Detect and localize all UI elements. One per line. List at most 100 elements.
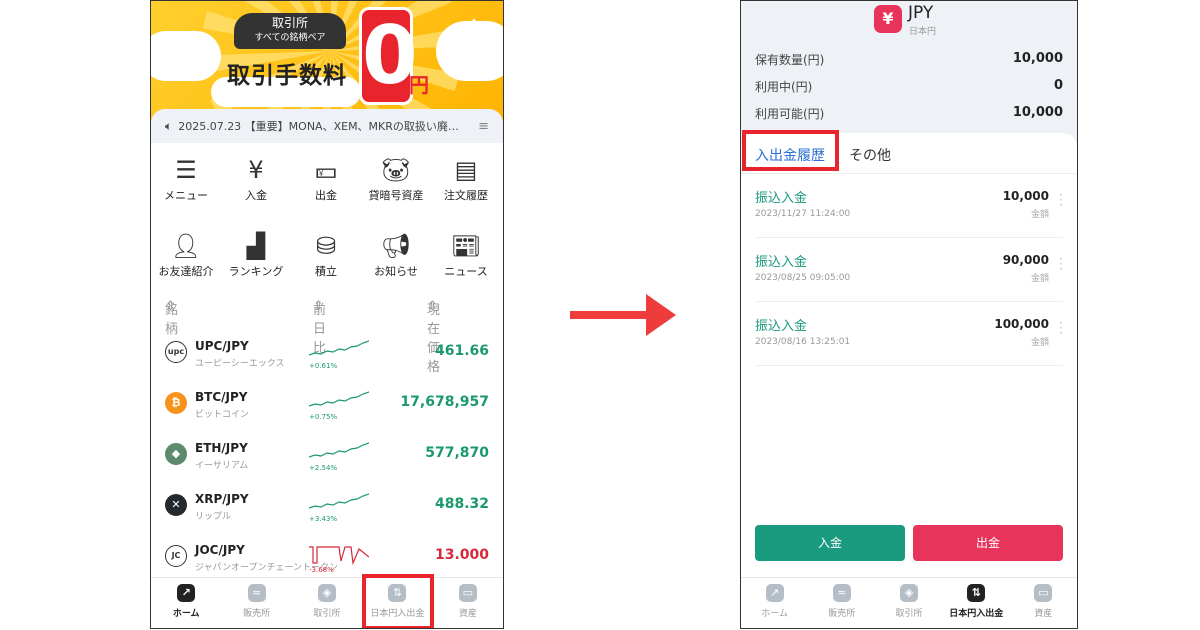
coin-icon: ₿ <box>165 392 187 414</box>
balance-label: 保有数量(円) <box>755 53 825 67</box>
coin-icon: JC <box>165 545 187 567</box>
megaphone-icon: 📢︎ <box>380 232 412 260</box>
sort-name[interactable]: 銘柄 ⇕ <box>165 299 178 337</box>
nav-item-label: ホーム <box>172 609 200 619</box>
currency-title: JPY <box>908 3 934 23</box>
balance-value: 10,000 <box>1012 51 1063 66</box>
menu-item[interactable]: ▟ ランキング <box>221 225 291 301</box>
coin-icon: upc <box>165 341 187 363</box>
menu-item[interactable]: 📢︎ お知らせ <box>361 225 431 301</box>
deposit-button[interactable]: 入金 <box>755 525 905 561</box>
home-chart-icon: ↗ <box>765 584 784 602</box>
coin-row[interactable]: JC JOC/JPY ジャパンオープンチェーントークン -3.68% 13.00… <box>151 533 503 583</box>
nav-item[interactable]: ▭ 資産 <box>1010 578 1077 628</box>
menu-item[interactable]: ▤ 注文履歴 <box>431 149 501 225</box>
history-type: 振込入金 <box>755 319 808 334</box>
menu-item[interactable]: ⛁ 積立 <box>291 225 361 301</box>
arrow-shaft <box>570 311 648 319</box>
coin-pair: UPC/JPY <box>195 339 249 353</box>
balance-panel: ¥ JPY 日本円 保有数量(円) 10,000 利用中(円) 0 利用可能(円) 10,… <box>741 1 1077 143</box>
balance-label: 利用中(円) <box>755 80 813 94</box>
balance-row: 利用可能(円) 10,000 <box>755 105 1063 122</box>
ranking-icon: ▟ <box>246 232 266 260</box>
menu-item-label: ニュース <box>444 265 488 278</box>
nav-item[interactable]: ≈ 販売所 <box>808 578 875 628</box>
coin-row[interactable]: ₿ BTC/JPY ビットコイン +0.75% 17,678,957 <box>151 380 503 430</box>
coin-name: リップル <box>195 512 232 522</box>
nav-item[interactable]: ⇅ 日本円入出金 <box>943 578 1010 628</box>
menu-list-icon: ☰ <box>175 156 197 184</box>
tab-other[interactable]: その他 <box>849 145 891 165</box>
nav-item[interactable]: ↗ ホーム <box>741 578 808 628</box>
more-vertical-icon[interactable]: · · · <box>1059 317 1063 339</box>
history-amount-label: 金額 <box>1030 338 1049 348</box>
coin-row[interactable]: ✕ XRP/JPY リップル +3.43% 488.32 <box>151 482 503 532</box>
history-row[interactable]: 振込入金 2023/08/16 13:25:01 100,000 金額 · · · <box>755 301 1063 366</box>
coins-icon: ⛁ <box>315 232 337 260</box>
exchange-icon: ≈ <box>247 584 266 602</box>
menu-item-label: 貸暗号資産 <box>368 189 424 202</box>
sparkline <box>309 442 369 458</box>
coin-price: 17,678,957 <box>400 394 489 410</box>
nav-item-label: 販売所 <box>243 609 271 619</box>
sparkline <box>309 391 369 407</box>
nav-item[interactable]: ◈ 取引所 <box>875 578 942 628</box>
nav-item[interactable]: ≈ 販売所 <box>221 578 291 628</box>
highlight-box <box>742 130 839 171</box>
sparkline <box>309 493 369 509</box>
yen-icon: ¥ <box>874 5 902 33</box>
coin-row[interactable]: ◆ ETH/JPY イーサリアム +2.54% 577,870 <box>151 431 503 481</box>
news-text: 2025.07.23 【重要】MONA、XEM、MKRの取扱い廃… <box>178 120 459 133</box>
coin-row[interactable]: upc UPC/JPY ユーピーシーエックス +0.61% 461.66 <box>151 329 503 379</box>
menu-item[interactable]: 📰︎ ニュース <box>431 225 501 301</box>
coin-price: 577,870 <box>425 445 489 461</box>
piggy-bank-icon: 🐷︎ <box>380 156 412 184</box>
arrow-right-icon <box>646 294 676 336</box>
list-icon[interactable]: ≡ <box>478 119 489 134</box>
coin-price: 461.66 <box>434 343 489 359</box>
sparkline <box>309 546 369 565</box>
coin-pair: ETH/JPY <box>195 441 248 455</box>
menu-item-label: 入金 <box>245 189 267 202</box>
nav-item[interactable]: ▭ 資産 <box>433 578 503 628</box>
more-vertical-icon[interactable]: · · · <box>1059 189 1063 211</box>
news-ticker[interactable]: 🔈︎ 2025.07.23 【重要】MONA、XEM、MKRの取扱い廃… ≡ <box>151 109 503 143</box>
history-row[interactable]: 振込入金 2023/11/27 11:24:00 10,000 金額 · · · <box>755 173 1063 238</box>
history-row[interactable]: 振込入金 2023/08/25 09:05:00 90,000 金額 · · · <box>755 237 1063 302</box>
balance-label: 利用可能(円) <box>755 107 825 121</box>
history-type: 振込入金 <box>755 255 808 270</box>
nav-item[interactable]: ◈ 取引所 <box>292 578 362 628</box>
menu-item-label: ランキング <box>228 265 284 278</box>
history-date: 2023/11/27 11:24:00 <box>755 209 851 219</box>
jpy-screen: ¥ JPY 日本円 保有数量(円) 10,000 利用中(円) 0 利用可能(円) 10,… <box>740 0 1078 629</box>
bottom-nav: ↗ ホーム ≈ 販売所 ◈ 取引所 ⇅ 日本円入出金 ▭ 資産 <box>151 577 503 628</box>
menu-item[interactable]: 💴︎ 出金 <box>291 149 361 225</box>
history-date: 2023/08/16 13:25:01 <box>755 337 851 347</box>
exchange-icon: ≈ <box>832 584 851 602</box>
trade-icon: ◈ <box>318 584 337 602</box>
menu-item[interactable]: ☰ メニュー <box>151 149 221 225</box>
news-icon: 📰︎ <box>450 232 482 260</box>
wallet-icon: ▭ <box>1034 584 1053 602</box>
coin-name: ユーピーシーエックス <box>195 359 285 369</box>
menu-item[interactable]: ¥ 入金 <box>221 149 291 225</box>
withdraw-button[interactable]: 出金 <box>913 525 1063 561</box>
promo-banner[interactable]: ✦ ✦ ✦ ✦ 取引所 すべての銘柄ペア 取引手数料 0 円 <box>151 1 503 121</box>
history-amount-label: 金額 <box>1030 210 1049 220</box>
nav-item-label: 取引所 <box>895 609 923 619</box>
coin-change: +3.43% <box>309 515 338 523</box>
menu-item-label: 積立 <box>315 265 337 278</box>
withdraw-icon: 💴︎ <box>315 156 337 184</box>
menu-item-label: お友達紹介 <box>158 265 214 278</box>
banner-fee-text: 取引手数料 <box>227 63 347 89</box>
menu-item[interactable]: 👤︎ お友達紹介 <box>151 225 221 301</box>
coin-pair: XRP/JPY <box>195 492 249 506</box>
history-type: 振込入金 <box>755 191 808 206</box>
more-vertical-icon[interactable]: · · · <box>1059 253 1063 275</box>
sort-price[interactable]: 現在価格 ⇕ <box>427 299 440 375</box>
home-chart-icon: ↗ <box>177 584 196 602</box>
sort-change[interactable]: 前日比 ⇕ <box>313 299 326 356</box>
nav-item[interactable]: ↗ ホーム <box>151 578 221 628</box>
menu-item[interactable]: 🐷︎ 貸暗号資産 <box>361 149 431 225</box>
order-history-icon: ▤ <box>454 156 478 184</box>
